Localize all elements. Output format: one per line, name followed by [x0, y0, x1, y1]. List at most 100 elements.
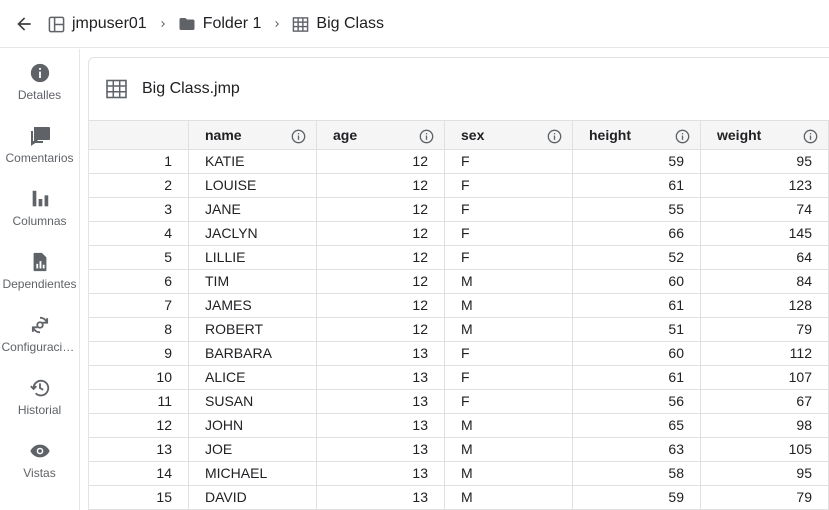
- column-header-height[interactable]: height: [573, 120, 701, 150]
- cell-name[interactable]: DAVID: [189, 486, 317, 510]
- cell-name[interactable]: JAMES: [189, 294, 317, 318]
- table-row[interactable]: 3 JANE 12 F 55 74: [89, 198, 829, 222]
- cell-sex[interactable]: F: [445, 222, 573, 246]
- nav-item-dependientes[interactable]: Dependientes: [0, 238, 79, 298]
- column-header-weight[interactable]: weight: [701, 120, 829, 150]
- info-outline-icon[interactable]: [546, 128, 562, 144]
- cell-name[interactable]: BARBARA: [189, 342, 317, 366]
- breadcrumb-item-workspace[interactable]: jmpuser01: [48, 15, 147, 33]
- cell-weight[interactable]: 79: [701, 318, 829, 342]
- cell-sex[interactable]: M: [445, 318, 573, 342]
- cell-height[interactable]: 61: [573, 294, 701, 318]
- nav-item-detalles[interactable]: Detalles: [0, 49, 79, 109]
- cell-name[interactable]: ROBERT: [189, 318, 317, 342]
- cell-name[interactable]: LOUISE: [189, 174, 317, 198]
- row-number[interactable]: 3: [89, 198, 189, 222]
- row-number[interactable]: 11: [89, 390, 189, 414]
- cell-name[interactable]: JOE: [189, 438, 317, 462]
- table-row[interactable]: 5 LILLIE 12 F 52 64: [89, 246, 829, 270]
- table-row[interactable]: 4 JACLYN 12 F 66 145: [89, 222, 829, 246]
- cell-age[interactable]: 13: [317, 462, 445, 486]
- cell-height[interactable]: 65: [573, 414, 701, 438]
- row-number[interactable]: 15: [89, 486, 189, 510]
- row-number[interactable]: 1: [89, 150, 189, 174]
- table-row[interactable]: 2 LOUISE 12 F 61 123: [89, 174, 829, 198]
- cell-height[interactable]: 66: [573, 222, 701, 246]
- cell-sex[interactable]: M: [445, 462, 573, 486]
- cell-name[interactable]: JACLYN: [189, 222, 317, 246]
- cell-age[interactable]: 13: [317, 438, 445, 462]
- cell-sex[interactable]: M: [445, 486, 573, 510]
- nav-item-comentarios[interactable]: Comentarios: [0, 112, 79, 172]
- column-header-sex[interactable]: sex: [445, 120, 573, 150]
- cell-height[interactable]: 51: [573, 318, 701, 342]
- table-row[interactable]: 9 BARBARA 13 F 60 112: [89, 342, 829, 366]
- row-number[interactable]: 8: [89, 318, 189, 342]
- row-number[interactable]: 2: [89, 174, 189, 198]
- row-number[interactable]: 5: [89, 246, 189, 270]
- cell-name[interactable]: TIM: [189, 270, 317, 294]
- cell-sex[interactable]: M: [445, 294, 573, 318]
- cell-age[interactable]: 12: [317, 318, 445, 342]
- table-row[interactable]: 10 ALICE 13 F 61 107: [89, 366, 829, 390]
- cell-name[interactable]: LILLIE: [189, 246, 317, 270]
- cell-age[interactable]: 12: [317, 174, 445, 198]
- cell-age[interactable]: 13: [317, 366, 445, 390]
- cell-weight[interactable]: 67: [701, 390, 829, 414]
- info-outline-icon[interactable]: [802, 128, 818, 144]
- table-row[interactable]: 7 JAMES 12 M 61 128: [89, 294, 829, 318]
- cell-name[interactable]: SUSAN: [189, 390, 317, 414]
- back-button[interactable]: [12, 12, 36, 36]
- cell-height[interactable]: 52: [573, 246, 701, 270]
- table-row[interactable]: 8 ROBERT 12 M 51 79: [89, 318, 829, 342]
- row-number[interactable]: 9: [89, 342, 189, 366]
- table-row[interactable]: 11 SUSAN 13 F 56 67: [89, 390, 829, 414]
- table-row[interactable]: 12 JOHN 13 M 65 98: [89, 414, 829, 438]
- breadcrumb-item-folder[interactable]: Folder 1: [178, 15, 261, 33]
- row-number[interactable]: 4: [89, 222, 189, 246]
- cell-age[interactable]: 12: [317, 294, 445, 318]
- cell-name[interactable]: ALICE: [189, 366, 317, 390]
- cell-name[interactable]: JOHN: [189, 414, 317, 438]
- cell-weight[interactable]: 79: [701, 486, 829, 510]
- table-row[interactable]: 6 TIM 12 M 60 84: [89, 270, 829, 294]
- row-number[interactable]: 10: [89, 366, 189, 390]
- nav-item-historial[interactable]: Historial: [0, 364, 79, 424]
- nav-item-configuraciones[interactable]: Configuraciones: [0, 301, 79, 361]
- cell-height[interactable]: 61: [573, 366, 701, 390]
- cell-age[interactable]: 13: [317, 414, 445, 438]
- info-outline-icon[interactable]: [418, 128, 434, 144]
- cell-height[interactable]: 63: [573, 438, 701, 462]
- cell-weight[interactable]: 98: [701, 414, 829, 438]
- cell-sex[interactable]: M: [445, 414, 573, 438]
- table-row[interactable]: 1 KATIE 12 F 59 95: [89, 150, 829, 174]
- cell-age[interactable]: 13: [317, 390, 445, 414]
- breadcrumb-item-table[interactable]: Big Class: [292, 15, 384, 33]
- cell-sex[interactable]: F: [445, 390, 573, 414]
- cell-sex[interactable]: F: [445, 366, 573, 390]
- cell-age[interactable]: 12: [317, 246, 445, 270]
- cell-name[interactable]: JANE: [189, 198, 317, 222]
- table-row[interactable]: 15 DAVID 13 M 59 79: [89, 486, 829, 510]
- cell-sex[interactable]: F: [445, 150, 573, 174]
- table-row[interactable]: 13 JOE 13 M 63 105: [89, 438, 829, 462]
- cell-sex[interactable]: M: [445, 270, 573, 294]
- row-number[interactable]: 14: [89, 462, 189, 486]
- column-header-name[interactable]: name: [189, 120, 317, 150]
- cell-height[interactable]: 56: [573, 390, 701, 414]
- cell-weight[interactable]: 84: [701, 270, 829, 294]
- row-number[interactable]: 12: [89, 414, 189, 438]
- cell-height[interactable]: 59: [573, 486, 701, 510]
- cell-weight[interactable]: 64: [701, 246, 829, 270]
- info-outline-icon[interactable]: [674, 128, 690, 144]
- cell-weight[interactable]: 123: [701, 174, 829, 198]
- cell-sex[interactable]: F: [445, 246, 573, 270]
- cell-age[interactable]: 12: [317, 222, 445, 246]
- cell-weight[interactable]: 74: [701, 198, 829, 222]
- cell-weight[interactable]: 105: [701, 438, 829, 462]
- cell-height[interactable]: 61: [573, 174, 701, 198]
- cell-weight[interactable]: 128: [701, 294, 829, 318]
- cell-age[interactable]: 12: [317, 150, 445, 174]
- cell-weight[interactable]: 95: [701, 462, 829, 486]
- cell-height[interactable]: 58: [573, 462, 701, 486]
